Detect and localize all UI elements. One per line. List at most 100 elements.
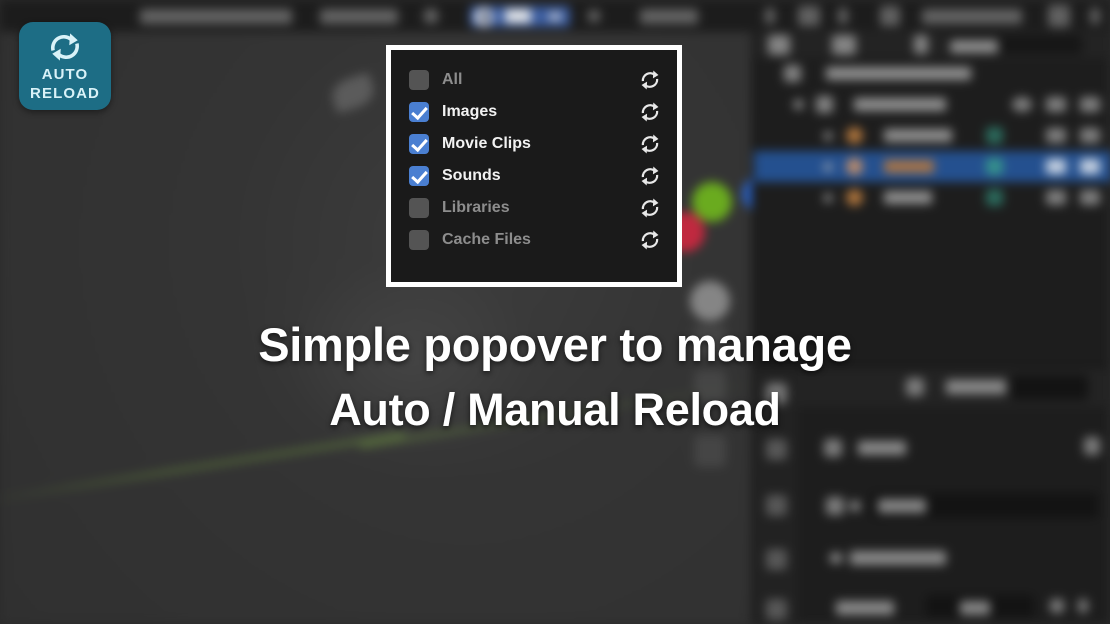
search-icon xyxy=(914,35,928,54)
popover-row-list: All Images Movie Clips Sounds Libraries Cache… xyxy=(409,64,661,256)
workspace-add-tab-button[interactable] xyxy=(424,9,438,23)
object-name-icon xyxy=(826,497,844,515)
ar-circle-inner xyxy=(481,12,489,22)
outliner-row-collection[interactable] xyxy=(754,89,1110,120)
badge-line-2: RELOAD xyxy=(30,85,100,102)
tab-modifier-properties[interactable] xyxy=(766,439,787,460)
disclosure-triangle-icon[interactable] xyxy=(824,194,832,202)
popover-row-all[interactable]: All xyxy=(409,64,661,96)
arrow-head-bottom xyxy=(52,48,61,61)
popover-row-cache-files[interactable]: Cache Files xyxy=(409,224,661,256)
mesh-object-icon xyxy=(846,158,863,175)
headline-line-1: Simple popover to manage xyxy=(258,318,852,371)
user-account-icon[interactable] xyxy=(1048,5,1070,27)
viewlayer-icon[interactable] xyxy=(798,6,820,26)
viewlayer-name-label xyxy=(922,9,1022,24)
camera-data-icon xyxy=(986,127,1003,144)
reload-icon[interactable] xyxy=(639,229,661,251)
mesh-data-icon xyxy=(986,158,1003,175)
collection-icon xyxy=(816,96,833,113)
collection-disable-icon[interactable] xyxy=(1080,97,1100,112)
outliner-search-placeholder xyxy=(950,40,998,53)
popover-row-movie-clips[interactable]: Movie Clips xyxy=(409,128,661,160)
outliner-label-light xyxy=(884,191,932,204)
collection-hide-icon[interactable] xyxy=(1046,97,1066,112)
checkbox-libraries[interactable] xyxy=(409,198,429,218)
checkbox-movie-clips[interactable] xyxy=(409,134,429,154)
scene-browse-icon[interactable] xyxy=(588,10,600,22)
collection-exclude-checkbox[interactable] xyxy=(1012,97,1032,112)
disclosure-triangle-icon[interactable] xyxy=(824,163,832,171)
topbar-overflow-icon[interactable] xyxy=(1090,8,1100,24)
popover-label: Images xyxy=(442,103,498,120)
popover-label: Cache Files xyxy=(442,231,531,248)
light-data-icon xyxy=(986,189,1003,206)
tab-data-properties[interactable] xyxy=(766,599,787,620)
location-label xyxy=(836,601,894,615)
light-disable-icon[interactable] xyxy=(1080,190,1100,205)
transform-section-label xyxy=(850,551,946,565)
auto-reload-icon xyxy=(51,33,79,61)
popover-label: Movie Clips xyxy=(442,135,531,152)
auto-reload-popover[interactable]: All Images Movie Clips Sounds Libraries Cache… xyxy=(386,45,682,287)
location-lock-icon[interactable] xyxy=(1050,599,1064,613)
reload-icon[interactable] xyxy=(639,69,661,91)
cube-hide-icon[interactable] xyxy=(1046,159,1066,174)
popover-label: Sounds xyxy=(442,167,501,184)
breadcrumb-object-label xyxy=(858,441,906,455)
top-header-bar xyxy=(0,0,1110,32)
scene-stats-icon xyxy=(880,6,900,26)
light-object-icon xyxy=(846,189,863,206)
location-animate-icon[interactable] xyxy=(1078,599,1088,613)
popover-row-sounds[interactable]: Sounds xyxy=(409,160,661,192)
outliner-label-cube xyxy=(884,160,934,173)
auto-reload-badge: AUTO RELOAD xyxy=(19,22,111,110)
reload-icon[interactable] xyxy=(639,101,661,123)
disclosure-triangle-icon[interactable] xyxy=(824,132,832,140)
headline-line-2: Auto / Manual Reload xyxy=(329,384,781,435)
outliner-label-camera xyxy=(884,129,952,142)
camera-hide-icon[interactable] xyxy=(1046,128,1066,143)
popover-label: All xyxy=(442,71,463,88)
workspace-tab-geometry-nodes[interactable] xyxy=(140,9,292,24)
camera-object-icon xyxy=(846,127,863,144)
outliner-display-mode-icon[interactable] xyxy=(832,35,856,55)
object-name-value xyxy=(878,499,926,513)
checkbox-images[interactable] xyxy=(409,102,429,122)
outliner-row-light[interactable] xyxy=(754,182,1110,213)
scene-name-label xyxy=(640,9,698,24)
expand-arrow-icon[interactable] xyxy=(850,501,860,511)
outliner-row-scene-collection[interactable] xyxy=(754,58,1110,89)
popover-row-images[interactable]: Images xyxy=(409,96,661,128)
outliner-row-cube[interactable] xyxy=(754,151,1110,182)
outliner-header xyxy=(754,30,1110,58)
arrow-head-top xyxy=(69,33,78,46)
checkbox-cache-files[interactable] xyxy=(409,230,429,250)
camera-disable-icon[interactable] xyxy=(1080,128,1100,143)
outliner-editor-type-icon[interactable] xyxy=(768,35,790,55)
tab-physics-properties[interactable] xyxy=(766,549,787,570)
viewlayer-browse-icon[interactable] xyxy=(765,8,775,24)
outliner-row-camera[interactable] xyxy=(754,120,1110,151)
transform-expand-icon[interactable] xyxy=(830,553,842,563)
popover-label: Libraries xyxy=(442,199,510,216)
workspace-tab-scripting[interactable] xyxy=(320,9,398,24)
reload-icon[interactable] xyxy=(639,165,661,187)
reload-icon[interactable] xyxy=(639,197,661,219)
outliner-label-collection xyxy=(854,98,946,111)
light-hide-icon[interactable] xyxy=(1046,190,1066,205)
cube-disable-icon[interactable] xyxy=(1080,159,1100,174)
disclosure-triangle-icon[interactable] xyxy=(794,100,803,109)
location-x-value xyxy=(960,601,990,615)
ar-dropdown-label xyxy=(505,9,531,23)
viewport-cursor-icon xyxy=(328,72,378,114)
viewlayer-new-icon[interactable] xyxy=(838,8,848,24)
chevron-down-icon[interactable] xyxy=(549,13,561,20)
tab-material-properties[interactable] xyxy=(766,495,787,516)
screenshot-root: AUTO RELOAD All Images Movie Clips Sounds Li… xyxy=(0,0,1110,624)
reload-icon[interactable] xyxy=(639,133,661,155)
headline: Simple popover to manage Auto / Manual R… xyxy=(0,312,1110,442)
checkbox-sounds[interactable] xyxy=(409,166,429,186)
checkbox-all[interactable] xyxy=(409,70,429,90)
popover-row-libraries[interactable]: Libraries xyxy=(409,192,661,224)
